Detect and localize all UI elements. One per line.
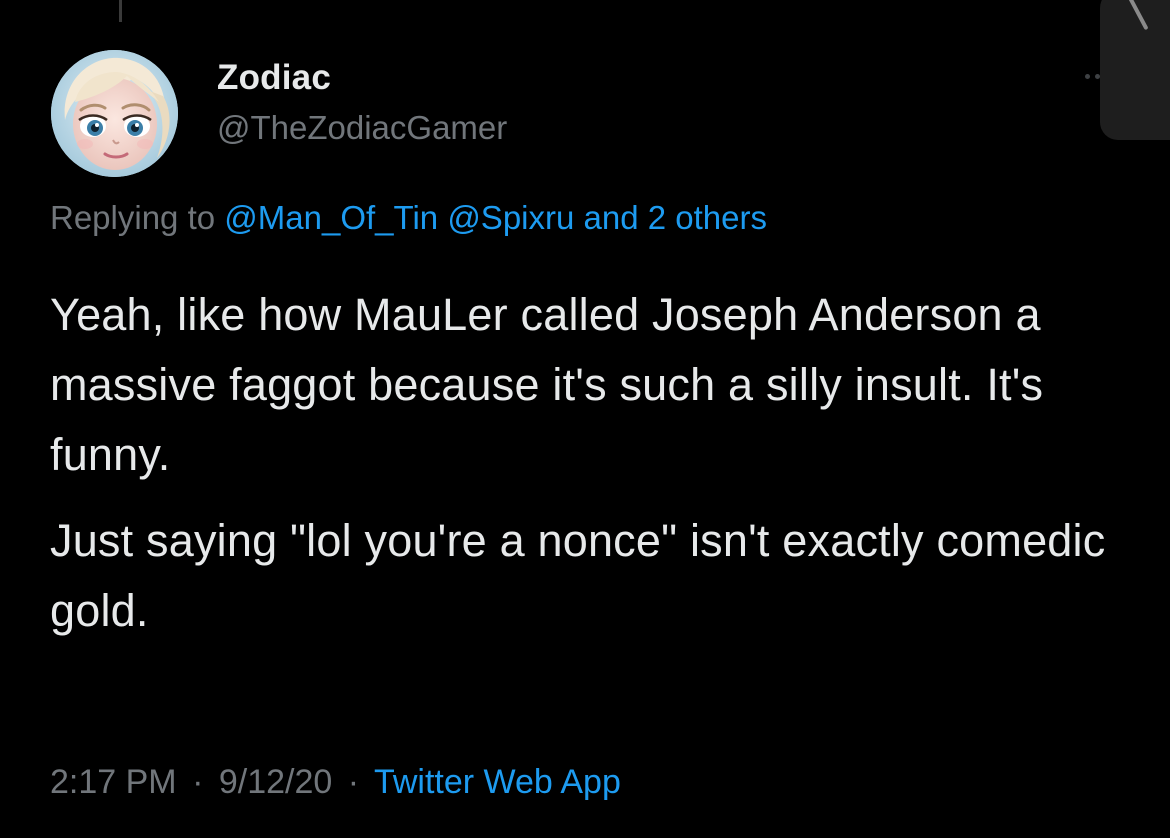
tweet-paragraph: Just saying "lol you're a nonce" isn't e… <box>50 515 1106 636</box>
tweet-metadata: 2:17 PM · 9/12/20 · Twitter Web App <box>50 763 621 802</box>
meta-separator: · <box>347 763 360 801</box>
mention-link-spixru[interactable]: @Spixru <box>447 199 574 236</box>
tweet-source-link[interactable]: Twitter Web App <box>374 763 621 801</box>
reply-context: Replying to @Man_Of_Tin @Spixru and 2 ot… <box>50 199 767 237</box>
mention-link-man-of-tin[interactable]: @Man_Of_Tin <box>224 199 438 236</box>
tweet-date[interactable]: 9/12/20 <box>219 763 332 801</box>
tweet-text: Yeah, like how MauLer called Joseph Ande… <box>50 280 1130 662</box>
thread-connector-line <box>119 0 122 22</box>
tweet-time[interactable]: 2:17 PM <box>50 763 177 801</box>
author-display-name[interactable]: Zodiac <box>217 58 331 98</box>
author-handle[interactable]: @TheZodiacGamer <box>217 109 507 147</box>
mention-link-others[interactable]: and 2 others <box>584 199 767 236</box>
animated-character-avatar-icon <box>51 50 178 177</box>
overlay-panel <box>1100 0 1170 140</box>
tweet-paragraph: Yeah, like how MauLer called Joseph Ande… <box>50 289 1044 480</box>
more-options-icon[interactable] <box>1070 62 1100 90</box>
meta-separator: · <box>192 763 204 801</box>
avatar[interactable] <box>51 50 178 177</box>
reply-context-prefix: Replying to <box>50 199 216 236</box>
